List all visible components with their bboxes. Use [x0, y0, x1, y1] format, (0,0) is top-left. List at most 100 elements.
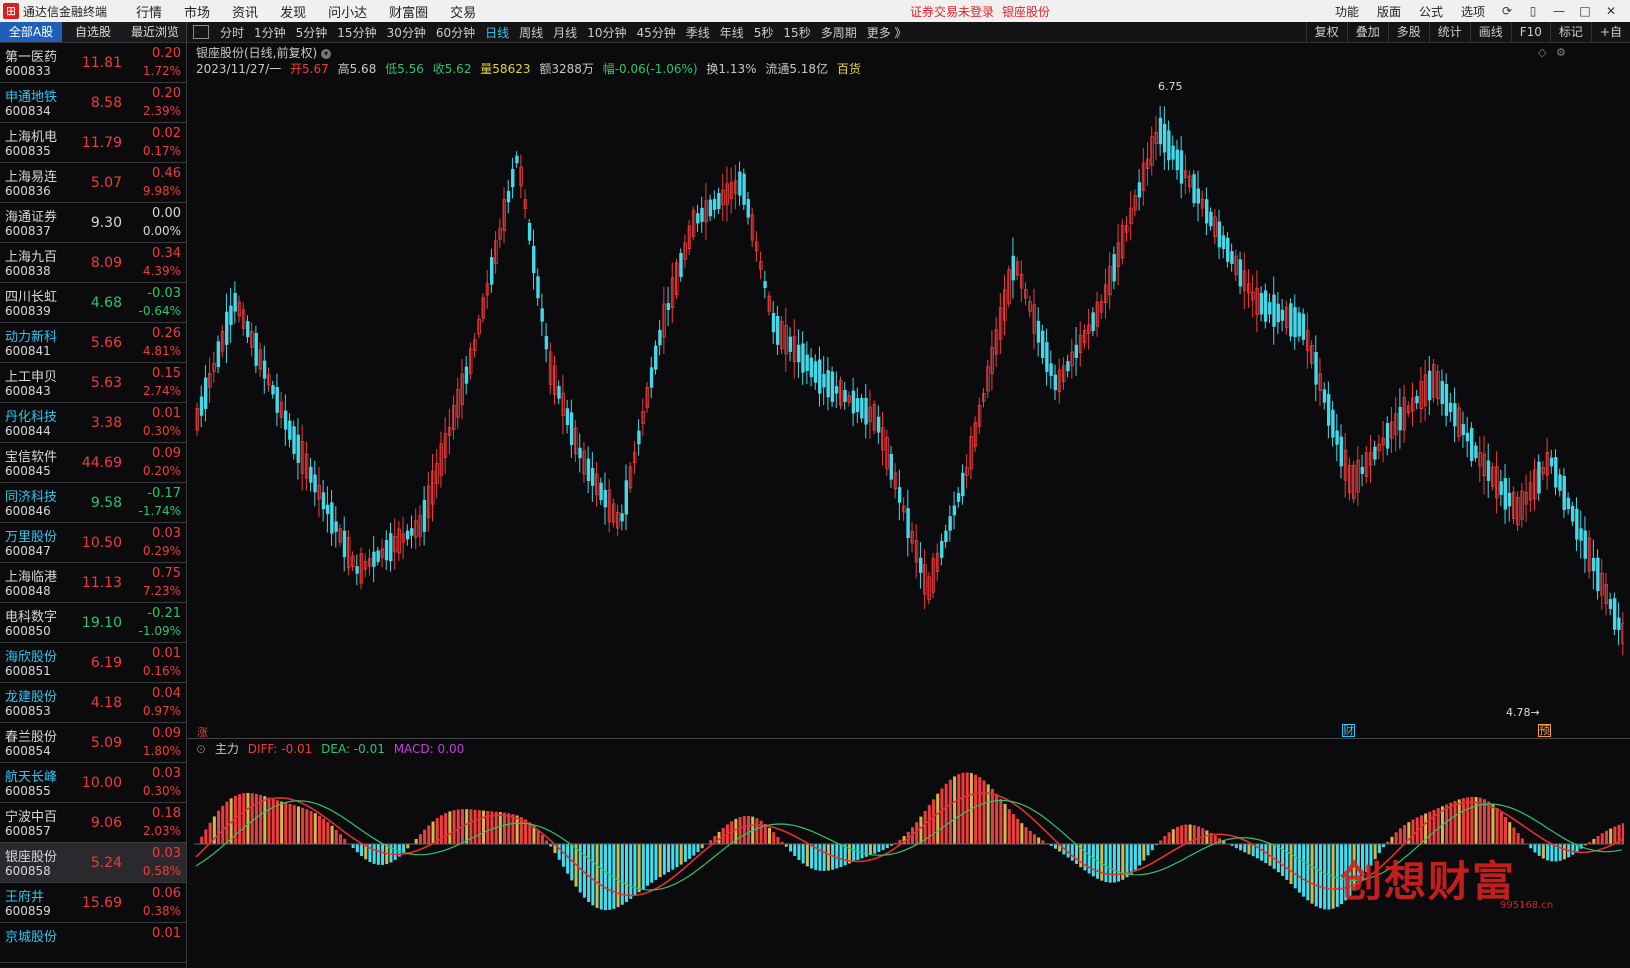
- stock-row[interactable]: 海欣股份 600851 6.19 0.01 0.16%: [0, 643, 186, 683]
- period-toolbar: 分时 1分钟 5分钟 15分钟 30分钟 60分钟 日线 周线 月线 10分钟 45分钟 季线 年线 5秒…: [187, 22, 1630, 43]
- period-tab[interactable]: 更多 》: [862, 24, 912, 41]
- period-tab[interactable]: 60分钟: [431, 24, 480, 41]
- macd-bar: [1138, 844, 1142, 866]
- candlestick-chart[interactable]: [194, 76, 1624, 736]
- period-tab[interactable]: 多周期: [816, 24, 862, 41]
- stock-row[interactable]: 春兰股份 600854 5.09 0.09 1.80%: [0, 723, 186, 763]
- refresh-icon[interactable]: ⟳: [1494, 4, 1520, 18]
- menu-gongshi[interactable]: 公式: [1419, 3, 1443, 20]
- menu-wenxiaoda[interactable]: 问小达: [317, 2, 378, 21]
- stock-price: 5.66: [90, 335, 122, 351]
- period-tab[interactable]: 15分钟: [332, 24, 381, 41]
- stock-row[interactable]: 电科数字 600850 19.10 -0.21 -1.09%: [0, 603, 186, 643]
- candle-body: [1566, 497, 1571, 510]
- period-tab[interactable]: 45分钟: [631, 24, 680, 41]
- candle-body: [658, 329, 662, 346]
- menu-hangqing[interactable]: 行情: [125, 2, 173, 21]
- gear-icon[interactable]: ⚙: [1556, 46, 1566, 59]
- candle-body: [405, 530, 410, 540]
- period-tab[interactable]: 1分钟: [249, 24, 291, 41]
- chart-title[interactable]: 银座股份(日线,前复权) ▾: [196, 44, 332, 61]
- stock-row[interactable]: 丹化科技 600844 3.38 0.01 0.30%: [0, 403, 186, 443]
- stock-row[interactable]: 上海机电 600835 11.79 0.02 0.17%: [0, 123, 186, 163]
- panel-toggle-icon[interactable]: [193, 25, 209, 39]
- period-tab[interactable]: 5秒: [749, 24, 779, 41]
- stock-row[interactable]: 海通证券 600837 9.30 0.00 0.00%: [0, 203, 186, 243]
- macd-chart[interactable]: [194, 752, 1624, 942]
- tool-button[interactable]: 复权: [1305, 22, 1347, 42]
- tool-button[interactable]: 叠加: [1346, 22, 1388, 42]
- stock-row[interactable]: 航天长峰 600855 10.00 0.03 0.30%: [0, 763, 186, 803]
- menu-faxian[interactable]: 发现: [269, 2, 317, 21]
- candle-body: [679, 252, 683, 278]
- macd-bar: [662, 844, 666, 875]
- macd-bar: [1028, 830, 1032, 844]
- stock-row[interactable]: 四川长虹 600839 4.68 -0.03 -0.64%: [0, 283, 186, 323]
- pane-divider[interactable]: [187, 738, 1630, 739]
- chevron-down-icon[interactable]: ▾: [321, 48, 332, 59]
- stock-row[interactable]: 上工申贝 600843 5.63 0.15 2.74%: [0, 363, 186, 403]
- menu-shichang[interactable]: 市场: [173, 2, 221, 21]
- tool-button[interactable]: 统计: [1428, 22, 1470, 42]
- period-tab[interactable]: 周线: [514, 24, 548, 41]
- macd-bar: [961, 772, 965, 844]
- menu-caifuquan[interactable]: 财富圈: [378, 2, 439, 21]
- stock-row[interactable]: 上海易连 600836 5.07 0.46 9.98%: [0, 163, 186, 203]
- stock-row[interactable]: 动力新科 600841 5.66 0.26 4.81%: [0, 323, 186, 363]
- stock-row[interactable]: 宁波中百 600857 9.06 0.18 2.03%: [0, 803, 186, 843]
- menu-zixun[interactable]: 资讯: [221, 2, 269, 21]
- tab-all-a-shares[interactable]: 全部A股: [0, 22, 62, 42]
- tab-watchlist[interactable]: 自选股: [62, 22, 124, 42]
- tool-button[interactable]: F10: [1510, 22, 1550, 42]
- period-tab[interactable]: 5分钟: [291, 24, 333, 41]
- tool-button[interactable]: 标记: [1549, 22, 1591, 42]
- quote-low: 低5.56: [385, 62, 424, 76]
- diamond-icon[interactable]: ◇: [1538, 46, 1546, 59]
- menu-jiaoyi[interactable]: 交易: [439, 2, 487, 21]
- period-tab[interactable]: 15秒: [778, 24, 815, 41]
- menu-banmian[interactable]: 版面: [1377, 3, 1401, 20]
- stock-row[interactable]: 银座股份 600858 5.24 0.03 0.58%: [0, 843, 186, 883]
- stock-row[interactable]: 上海九百 600838 8.09 0.34 4.39%: [0, 243, 186, 283]
- stock-row[interactable]: 上海临港 600848 11.13 0.75 7.23%: [0, 563, 186, 603]
- period-tab[interactable]: 10分钟: [582, 24, 631, 41]
- tool-button[interactable]: +自: [1590, 22, 1630, 42]
- period-tab[interactable]: 分时: [215, 24, 249, 41]
- macd-bar: [1184, 824, 1188, 844]
- finance-mark[interactable]: 财: [1342, 724, 1355, 737]
- forecast-mark[interactable]: 预: [1538, 724, 1551, 737]
- close-icon[interactable]: ✕: [1598, 4, 1624, 18]
- stock-row[interactable]: 宝信软件 600845 44.69 0.09 0.20%: [0, 443, 186, 483]
- login-warning[interactable]: 证券交易未登录 银座股份: [910, 3, 1058, 20]
- stock-row[interactable]: 京城股份 0.01: [0, 923, 186, 963]
- macd-bar: [204, 829, 208, 844]
- candle-body: [557, 386, 561, 399]
- tool-button[interactable]: 多股: [1387, 22, 1429, 42]
- candle-body: [1272, 294, 1276, 327]
- device-icon[interactable]: ▯: [1520, 4, 1546, 18]
- stock-row[interactable]: 申通地铁 600834 8.58 0.20 2.39%: [0, 83, 186, 123]
- period-tab[interactable]: 季线: [681, 24, 715, 41]
- menu-xuanxiang[interactable]: 选项: [1461, 3, 1485, 20]
- period-tab[interactable]: 日线: [480, 24, 514, 41]
- stock-row[interactable]: 第一医药 600833 11.81 0.20 1.72%: [0, 43, 186, 83]
- menu-gongneng[interactable]: 功能: [1335, 3, 1359, 20]
- maximize-icon[interactable]: □: [1572, 4, 1598, 18]
- period-tab[interactable]: 月线: [548, 24, 582, 41]
- candle-body: [906, 508, 910, 539]
- period-tab[interactable]: 30分钟: [382, 24, 431, 41]
- stock-row[interactable]: 万里股份 600847 10.50 0.03 0.29%: [0, 523, 186, 563]
- tool-button[interactable]: 画线: [1469, 22, 1511, 42]
- minimize-icon[interactable]: —: [1546, 4, 1572, 18]
- macd-bar: [864, 844, 868, 857]
- stock-row[interactable]: 同济科技 600846 9.58 -0.17 -1.74%: [0, 483, 186, 523]
- stock-row[interactable]: 王府井 600859 15.69 0.06 0.38%: [0, 883, 186, 923]
- tab-recent[interactable]: 最近浏览: [124, 22, 186, 42]
- trade-login-status[interactable]: 证券交易未登录: [910, 5, 994, 19]
- macd-bar: [599, 844, 603, 910]
- candle-body: [637, 430, 641, 445]
- quote-sector[interactable]: 百货: [837, 62, 861, 76]
- period-tab[interactable]: 年线: [715, 24, 749, 41]
- stock-row[interactable]: 龙建股份 600853 4.18 0.04 0.97%: [0, 683, 186, 723]
- macd-bar: [1461, 798, 1465, 844]
